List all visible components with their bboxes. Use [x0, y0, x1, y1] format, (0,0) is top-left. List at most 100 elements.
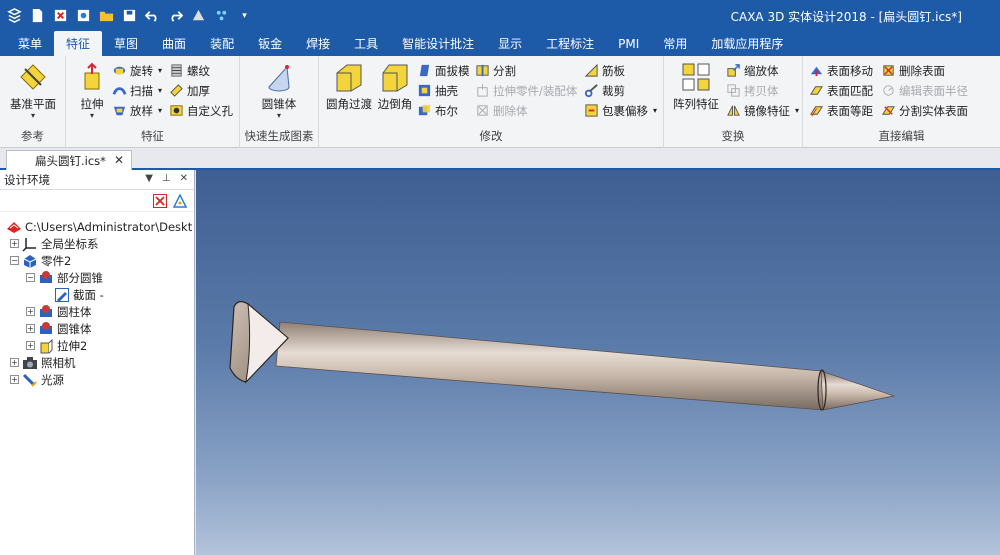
- revolve-icon: [112, 63, 127, 78]
- expand-icon[interactable]: +: [26, 341, 35, 350]
- wrap-offset-button[interactable]: 包裹偏移 ▾: [584, 101, 657, 120]
- tree-node[interactable]: + 光源: [10, 371, 64, 388]
- copy-body-button[interactable]: 拷贝体: [726, 81, 779, 100]
- extrude-part-button[interactable]: 拉伸零件/装配体: [475, 81, 577, 100]
- title-bar: ▾ CAXA 3D 实体设计2018 - [扁头圆钉.ics*]: [0, 0, 1000, 31]
- tree-node-label: 圆锥体: [57, 321, 92, 336]
- tab-engineering-annotation[interactable]: 工程标注: [534, 31, 606, 56]
- split-solid-icon: [881, 103, 896, 118]
- tree-node[interactable]: + 圆锥体: [26, 320, 92, 337]
- tree-node[interactable]: 截面 -: [42, 286, 104, 303]
- pattern-button[interactable]: 阵列特征: [668, 60, 724, 112]
- expand-icon[interactable]: +: [10, 375, 19, 384]
- close-icon[interactable]: ✕: [180, 173, 188, 184]
- collapse-icon[interactable]: −: [26, 273, 35, 282]
- camera-icon: [22, 355, 38, 371]
- tab-addins[interactable]: 加载应用程序: [699, 31, 795, 56]
- revolve-button[interactable]: 旋转 ▾: [112, 61, 162, 80]
- render-icon[interactable]: [190, 7, 207, 24]
- face-move-button[interactable]: 表面移动: [809, 61, 873, 80]
- boolean-button[interactable]: 布尔: [417, 101, 458, 120]
- expand-icon[interactable]: +: [10, 358, 19, 367]
- tree-node[interactable]: + 圆柱体: [26, 303, 92, 320]
- tab-surface[interactable]: 曲面: [150, 31, 198, 56]
- chevron-down-icon: ▾: [795, 106, 800, 115]
- custom-hole-button[interactable]: 自定义孔: [169, 101, 233, 120]
- more-icon[interactable]: ▾: [236, 7, 253, 24]
- trim-button[interactable]: 裁剪: [584, 81, 625, 100]
- tree-node[interactable]: + 照相机: [10, 354, 76, 371]
- cone-button[interactable]: 圆锥体 ▾: [251, 60, 307, 120]
- redo-icon[interactable]: [167, 7, 184, 24]
- tab-menu[interactable]: 菜单: [6, 31, 54, 56]
- draft-button[interactable]: 面拔模: [417, 61, 470, 80]
- tab-sketch[interactable]: 草图: [102, 31, 150, 56]
- edit-face-radius-button[interactable]: 编辑表面半径: [881, 81, 968, 100]
- panel-toolbar: [0, 190, 194, 212]
- tab-sheetmetal[interactable]: 钣金: [246, 31, 294, 56]
- split-solid-face-button[interactable]: 分割实体表面: [881, 101, 968, 120]
- group-label-transform: 变换: [721, 129, 745, 143]
- face-match-icon: [809, 83, 824, 98]
- draft-icon: [417, 63, 432, 78]
- expand-icon[interactable]: +: [10, 239, 19, 248]
- mirror-button[interactable]: 镜像特征 ▾: [726, 101, 799, 120]
- tree-node-label: 全局坐标系: [41, 236, 99, 251]
- shell-button[interactable]: 抽壳: [417, 81, 458, 100]
- delete-face-button[interactable]: 删除表面: [881, 61, 945, 80]
- tab-tools[interactable]: 工具: [342, 31, 390, 56]
- split-button[interactable]: 分割: [475, 61, 516, 80]
- tab-smart-annotation[interactable]: 智能设计批注: [390, 31, 486, 56]
- tab-welding[interactable]: 焊接: [294, 31, 342, 56]
- delete-body-button[interactable]: 删除体: [475, 101, 528, 120]
- 3d-viewport[interactable]: [196, 170, 1000, 555]
- folder-icon[interactable]: [98, 7, 115, 24]
- tab-feature[interactable]: 特征: [54, 31, 103, 56]
- open-icon[interactable]: [75, 7, 92, 24]
- face-offset-button[interactable]: 表面等距: [809, 101, 873, 120]
- edit-radius-icon: [881, 83, 896, 98]
- wrap-offset-icon: [584, 103, 599, 118]
- app-menu-icon[interactable]: [6, 7, 23, 24]
- face-match-button[interactable]: 表面匹配: [809, 81, 873, 100]
- undo-icon[interactable]: [144, 7, 161, 24]
- save-icon[interactable]: [121, 7, 138, 24]
- tree-node[interactable]: + 全局坐标系: [10, 235, 99, 252]
- axes-icon: [22, 236, 38, 252]
- thread-button[interactable]: 螺纹: [169, 61, 210, 80]
- document-tab[interactable]: 扁头圆钉.ics* ✕: [6, 150, 132, 170]
- filter-icon[interactable]: [172, 193, 188, 209]
- rib-button[interactable]: 筋板: [584, 61, 625, 80]
- tab-common[interactable]: 常用: [651, 31, 699, 56]
- collapse-icon[interactable]: −: [10, 256, 19, 265]
- scale-button[interactable]: 缩放体: [726, 61, 779, 80]
- close-doc-icon[interactable]: [52, 7, 69, 24]
- tree-node[interactable]: C:\Users\Administrator\Deskt: [6, 218, 192, 235]
- group-label-modify: 修改: [479, 129, 503, 143]
- close-icon[interactable]: ✕: [114, 153, 124, 167]
- tree-node[interactable]: − 部分圆锥: [26, 269, 103, 286]
- nail-model[interactable]: [229, 301, 896, 411]
- document-tab-label: 扁头圆钉.ics*: [35, 153, 106, 168]
- datum-plane-button[interactable]: 基准平面 ▾: [5, 60, 61, 120]
- new-icon[interactable]: [29, 7, 46, 24]
- tab-display[interactable]: 显示: [486, 31, 534, 56]
- loft-button[interactable]: 放样 ▾: [112, 101, 162, 120]
- thicken-button[interactable]: 加厚: [169, 81, 210, 100]
- tree-node-label: 截面 -: [73, 287, 104, 302]
- chevron-down-icon[interactable]: ▼: [145, 173, 153, 184]
- expand-icon[interactable]: +: [26, 324, 35, 333]
- delete-icon[interactable]: [152, 193, 168, 209]
- design-env-icon[interactable]: [213, 7, 230, 24]
- pin-icon[interactable]: ⊥: [162, 173, 171, 184]
- chamfer-button[interactable]: 边倒角: [367, 60, 423, 112]
- tree-node-label: 零件2: [41, 253, 72, 268]
- tab-assembly[interactable]: 装配: [198, 31, 246, 56]
- shell-icon: [417, 83, 432, 98]
- expand-icon[interactable]: +: [26, 307, 35, 316]
- tree-node[interactable]: + 拉伸2: [26, 337, 87, 354]
- sweep-button[interactable]: 扫描 ▾: [112, 81, 162, 100]
- tab-pmi[interactable]: PMI: [606, 31, 651, 56]
- tree-node[interactable]: − 零件2: [10, 252, 71, 269]
- tree-node-label: 部分圆锥: [57, 270, 103, 285]
